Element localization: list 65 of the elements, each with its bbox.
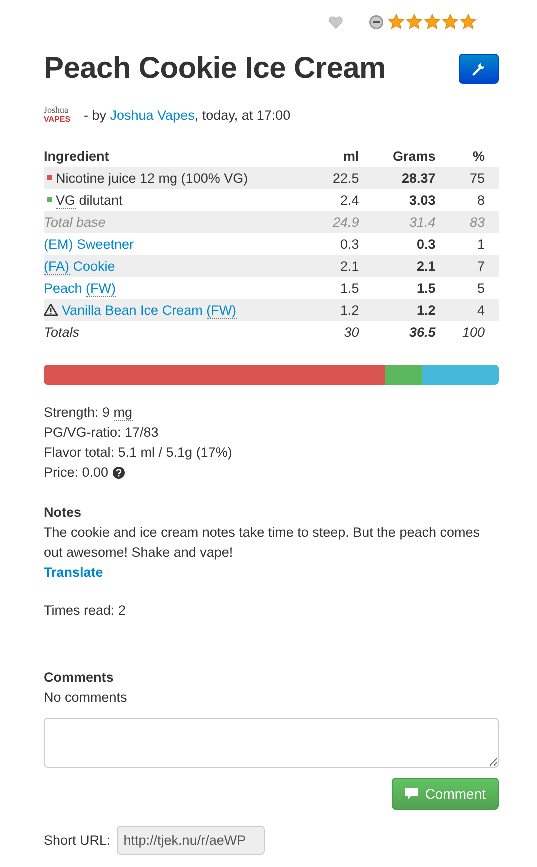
- warning-icon: [44, 304, 58, 316]
- table-cell: 1.5: [340, 280, 360, 296]
- table-cell: 5: [477, 280, 485, 296]
- heart-icon[interactable]: [329, 16, 343, 28]
- table-cell: 31.4: [409, 214, 436, 230]
- short-url-label: Short URL:: [44, 833, 111, 848]
- stat-text: Flavor total: 5.1 ml / 5.1g (17%): [44, 445, 232, 460]
- times-read: Times read: 2: [44, 603, 128, 618]
- speech-bubble-icon: [405, 788, 420, 800]
- table-cell: 8: [477, 192, 485, 208]
- star-icon[interactable]: [388, 14, 405, 30]
- row-label: Total base: [44, 214, 106, 230]
- author-link[interactable]: Joshua Vapes: [110, 108, 195, 122]
- stat-text: Price: 0.00: [44, 465, 109, 480]
- table-cell: 4: [477, 302, 485, 318]
- short-url-field[interactable]: http://tjek.nu/r/aeWP: [116, 826, 265, 855]
- table-cell: 1.2: [416, 302, 436, 318]
- recipe-title: Peach Cookie Ice Cream: [44, 52, 386, 86]
- table-cell: 75: [470, 170, 485, 186]
- table-cell: 7: [477, 258, 485, 274]
- column-header: ml: [343, 149, 360, 164]
- table-cell: 24.9: [332, 214, 360, 230]
- table-cell: 2.1: [416, 258, 436, 274]
- table-cell: 2.1: [340, 258, 360, 274]
- row-label: Totals: [44, 324, 80, 340]
- star-icon[interactable]: [460, 14, 477, 30]
- comment-field[interactable]: [44, 718, 499, 768]
- ingredient-name: Nicotine juice 12 mg (100% VG): [44, 170, 248, 186]
- table-cell: 22.5: [332, 170, 360, 186]
- star-icon[interactable]: [442, 14, 459, 30]
- table-cell: 30: [344, 324, 360, 340]
- ingredient-name: VG dilutant: [44, 192, 123, 208]
- flavor-link[interactable]: Peach (FW): [44, 280, 116, 296]
- table-cell: 2.4: [340, 192, 360, 208]
- no-comments-text: No comments: [44, 689, 128, 707]
- author-logo: Joshua VAPES: [44, 106, 72, 124]
- flavor-link[interactable]: (FA) Cookie: [44, 258, 116, 274]
- flavor-link[interactable]: (EM) Sweetner: [44, 236, 134, 252]
- notes-heading: Notes: [44, 504, 83, 522]
- wrench-icon: [472, 62, 486, 76]
- column-header: Ingredient: [44, 149, 110, 164]
- table-cell: 3.03: [409, 192, 436, 208]
- comments-heading: Comments: [44, 669, 115, 687]
- notes-text: The cookie and ice cream notes take time to steep. But the peach comes out awesome! Shake and vape!: [44, 524, 481, 562]
- star-icon[interactable]: [424, 14, 441, 30]
- help-icon[interactable]: [112, 467, 125, 479]
- translate-link[interactable]: Translate: [44, 565, 104, 580]
- table-cell: 28.37: [402, 170, 436, 186]
- column-header: Grams: [392, 149, 436, 164]
- comment-button[interactable]: Comment: [392, 778, 499, 810]
- table-cell: 1: [477, 236, 485, 252]
- stat-text: Strength: 9 mg: [44, 405, 133, 421]
- table-cell: 0.3: [416, 236, 436, 252]
- edit-button[interactable]: [459, 54, 499, 84]
- stat-text: PG/VG-ratio: 17/83: [44, 425, 159, 440]
- table-cell: 100: [462, 324, 485, 340]
- table-cell: 83: [470, 214, 485, 230]
- author-line: - by Joshua Vapes, today, at 17:00: [84, 108, 291, 122]
- column-header: %: [472, 149, 485, 164]
- table-cell: 36.5: [409, 324, 436, 340]
- clear-rating-icon[interactable]: [369, 14, 384, 30]
- table-cell: 1.5: [416, 280, 436, 296]
- table-cell: 0.3: [340, 236, 360, 252]
- table-cell: 1.2: [340, 302, 360, 318]
- star-icon[interactable]: [406, 14, 423, 30]
